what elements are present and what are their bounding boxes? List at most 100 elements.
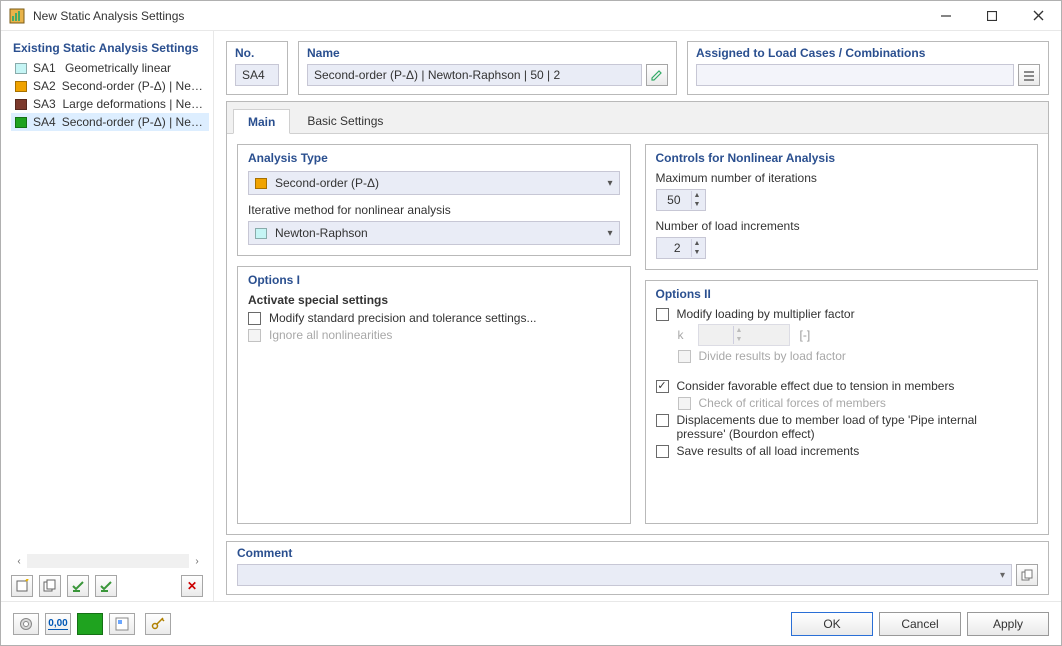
sidebar: Existing Static Analysis Settings SA1 Ge…: [1, 31, 214, 601]
chevron-down-icon: ▾: [607, 178, 612, 189]
k-unit: [-]: [800, 328, 811, 342]
max-iterations-value: 50: [665, 193, 685, 207]
modify-precision-label: Modify standard precision and tolerance …: [269, 311, 536, 325]
checkbox-box-icon: [678, 397, 691, 410]
color-swatch: [15, 99, 27, 110]
scroll-right-icon[interactable]: ›: [189, 553, 205, 569]
name-value: Second-order (P-Δ) | Newton-Raphson | 50…: [314, 68, 560, 82]
check-critical-label: Check of critical forces of members: [699, 396, 886, 410]
combo-swatch-icon: [255, 228, 267, 239]
sidebar-toolbar: ✕: [11, 571, 213, 601]
max-iterations-label: Maximum number of iterations: [656, 171, 1028, 185]
check-critical-checkbox: Check of critical forces of members: [678, 396, 1028, 410]
modify-precision-checkbox[interactable]: Modify standard precision and tolerance …: [248, 311, 620, 325]
titlebar: New Static Analysis Settings: [1, 1, 1061, 31]
ignore-nonlinearities-checkbox: Ignore all nonlinearities: [248, 328, 620, 342]
name-field[interactable]: Second-order (P-Δ) | Newton-Raphson | 50…: [307, 64, 642, 86]
no-value: SA4: [242, 68, 265, 82]
ok-button[interactable]: OK: [791, 612, 873, 636]
sidebar-hscrollbar[interactable]: ‹ ›: [11, 553, 205, 569]
spin-down-icon: ▼: [733, 335, 745, 344]
options1-group: Options I Activate special settings Modi…: [237, 266, 631, 524]
new-button[interactable]: [11, 575, 33, 597]
iterative-method-value: Newton-Raphson: [275, 226, 368, 240]
exclude-check-button[interactable]: [95, 575, 117, 597]
list-item[interactable]: SA1 Geometrically linear: [11, 59, 209, 77]
cancel-button[interactable]: Cancel: [879, 612, 961, 636]
details-button[interactable]: [109, 613, 135, 635]
color-green-button[interactable]: [77, 613, 103, 635]
assigned-field[interactable]: [696, 64, 1014, 86]
scroll-track[interactable]: [27, 554, 189, 568]
list-item[interactable]: SA4 Second-order (P-Δ) | Newton-R: [11, 113, 209, 131]
comment-combo[interactable]: ▾: [237, 564, 1012, 586]
window-maximize-button[interactable]: [969, 1, 1015, 30]
tabs-panel: Main Basic Settings Analysis Type Second…: [226, 101, 1049, 535]
color-swatch: [15, 117, 27, 128]
list-item[interactable]: SA2 Second-order (P-Δ) | Newton-R: [11, 77, 209, 95]
iterative-method-combo[interactable]: Newton-Raphson ▾: [248, 221, 620, 245]
modify-loading-checkbox[interactable]: Modify loading by multiplier factor: [656, 307, 1028, 321]
chevron-down-icon: ▾: [607, 228, 612, 239]
item-label: Geometrically linear: [65, 61, 171, 75]
sidebar-heading: Existing Static Analysis Settings: [11, 41, 213, 59]
existing-settings-list[interactable]: SA1 Geometrically linear SA2 Second-orde…: [11, 59, 209, 549]
delete-button[interactable]: ✕: [181, 575, 203, 597]
item-code: SA2: [33, 79, 56, 93]
displacements-checkbox[interactable]: Displacements due to member load of type…: [656, 413, 1028, 441]
checkbox-box-icon: [248, 329, 261, 342]
no-field[interactable]: SA4: [235, 64, 279, 86]
load-increments-value: 2: [665, 241, 685, 255]
list-item[interactable]: SA3 Large deformations | Newton-: [11, 95, 209, 113]
favorable-effect-checkbox[interactable]: Consider favorable effect due to tension…: [656, 379, 1028, 393]
tab-basic-settings[interactable]: Basic Settings: [292, 108, 398, 133]
item-label: Second-order (P-Δ) | Newton-R: [62, 115, 205, 129]
edit-name-button[interactable]: [646, 64, 668, 86]
spin-up-icon[interactable]: ▲: [691, 239, 703, 248]
k-spinner: ▲▼: [698, 324, 790, 346]
window-minimize-button[interactable]: [923, 1, 969, 30]
displacements-label: Displacements due to member load of type…: [677, 413, 1028, 441]
name-title: Name: [307, 46, 668, 60]
item-label: Second-order (P-Δ) | Newton-R: [62, 79, 205, 93]
assigned-panel: Assigned to Load Cases / Combinations: [687, 41, 1049, 95]
include-check-button[interactable]: [67, 575, 89, 597]
options2-title: Options II: [656, 287, 1028, 301]
tab-main[interactable]: Main: [233, 109, 290, 134]
assigned-list-button[interactable]: [1018, 64, 1040, 86]
checkbox-box-icon: [656, 414, 669, 427]
combo-swatch-icon: [255, 178, 267, 189]
help-button[interactable]: [13, 613, 39, 635]
options1-subhead: Activate special settings: [248, 293, 620, 307]
save-results-checkbox[interactable]: Save results of all load increments: [656, 444, 1028, 458]
divide-results-checkbox: Divide results by load factor: [678, 349, 1028, 363]
checkbox-box-icon: [678, 350, 691, 363]
spin-up-icon[interactable]: ▲: [691, 191, 703, 200]
ignore-nonlinearities-label: Ignore all nonlinearities: [269, 328, 392, 342]
apply-button[interactable]: Apply: [967, 612, 1049, 636]
window-close-button[interactable]: [1015, 1, 1061, 30]
nonlinear-controls-group: Controls for Nonlinear Analysis Maximum …: [645, 144, 1039, 270]
spin-down-icon[interactable]: ▼: [691, 200, 703, 209]
bottombar: 0,00 OK Cancel Apply: [1, 601, 1061, 645]
analysis-type-combo[interactable]: Second-order (P-Δ) ▾: [248, 171, 620, 195]
max-iterations-spinner[interactable]: 50 ▲▼: [656, 189, 706, 211]
load-increments-spinner[interactable]: 2 ▲▼: [656, 237, 706, 259]
iterative-method-label: Iterative method for nonlinear analysis: [248, 203, 620, 217]
analysis-type-title: Analysis Type: [248, 151, 620, 165]
analysis-type-value: Second-order (P-Δ): [275, 176, 379, 190]
save-results-label: Save results of all load increments: [677, 444, 860, 458]
item-code: SA3: [33, 97, 56, 111]
comment-panel: Comment ▾: [226, 541, 1049, 595]
copy-button[interactable]: [39, 575, 61, 597]
app-icon: [9, 8, 25, 24]
units-button[interactable]: 0,00: [45, 613, 71, 635]
spin-down-icon[interactable]: ▼: [691, 248, 703, 257]
load-increments-label: Number of load increments: [656, 219, 1028, 233]
key-button[interactable]: [145, 613, 171, 635]
chevron-down-icon: ▾: [1000, 570, 1005, 581]
color-swatch: [15, 81, 27, 92]
tabstrip: Main Basic Settings: [227, 102, 1048, 134]
comment-copy-button[interactable]: [1016, 564, 1038, 586]
scroll-left-icon[interactable]: ‹: [11, 553, 27, 569]
